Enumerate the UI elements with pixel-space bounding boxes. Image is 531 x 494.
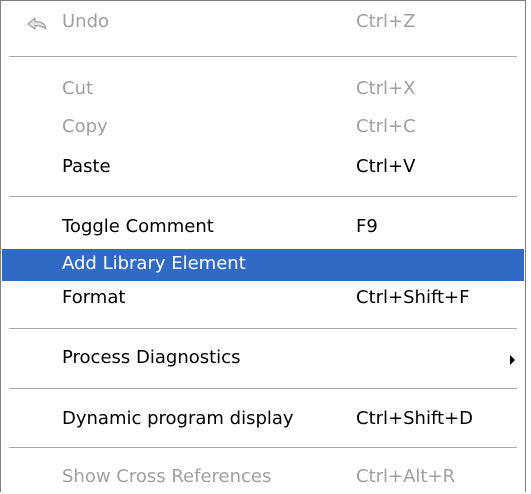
menu-item-format[interactable]: Format Ctrl+Shift+F (2, 283, 524, 315)
menu-item-label: Copy (62, 116, 108, 137)
submenu-arrow-icon (510, 355, 515, 365)
undo-icon (27, 17, 47, 30)
menu-item-dynamic-program-display[interactable]: Dynamic program display Ctrl+Shift+D (2, 404, 524, 436)
menu-item-shortcut: Ctrl+Z (356, 11, 416, 32)
menu-item-shortcut: Ctrl+C (356, 116, 416, 137)
menu-item-shortcut: Ctrl+X (356, 78, 416, 99)
menu-item-label: Process Diagnostics (62, 347, 241, 368)
menu-item-shortcut: Ctrl+Alt+R (356, 466, 456, 487)
menu-item-label: Undo (62, 11, 110, 32)
menu-item-shortcut: Ctrl+Shift+F (356, 287, 470, 308)
menu-item-label: Cut (62, 78, 94, 99)
menu-item-label: Add Library Element (62, 253, 246, 274)
menu-item-toggle-comment[interactable]: Toggle Comment F9 (2, 212, 524, 244)
menu-item-undo[interactable]: Undo Ctrl+Z (2, 7, 524, 39)
menu-separator (9, 196, 517, 197)
menu-item-shortcut: Ctrl+Shift+D (356, 408, 473, 429)
context-menu: Undo Ctrl+Z Cut Ctrl+X Copy Ctrl+C Paste… (0, 0, 526, 492)
menu-item-add-library-element[interactable]: Add Library Element (2, 249, 524, 281)
menu-separator (9, 447, 517, 448)
menu-item-label: Paste (62, 156, 111, 177)
menu-item-label: Dynamic program display (62, 408, 294, 429)
menu-item-shortcut: Ctrl+V (356, 156, 416, 177)
menu-item-show-cross-references[interactable]: Show Cross References Ctrl+Alt+R (2, 462, 524, 494)
menu-item-label: Toggle Comment (62, 216, 214, 237)
menu-item-label: Format (62, 287, 126, 308)
menu-item-process-diagnostics[interactable]: Process Diagnostics (2, 343, 524, 375)
menu-separator (9, 388, 517, 389)
menu-item-copy[interactable]: Copy Ctrl+C (2, 112, 524, 144)
menu-item-paste[interactable]: Paste Ctrl+V (2, 152, 524, 184)
menu-separator (9, 328, 517, 329)
menu-item-label: Show Cross References (62, 466, 272, 487)
menu-separator (9, 56, 517, 57)
menu-item-shortcut: F9 (356, 216, 378, 237)
menu-item-cut[interactable]: Cut Ctrl+X (2, 74, 524, 106)
